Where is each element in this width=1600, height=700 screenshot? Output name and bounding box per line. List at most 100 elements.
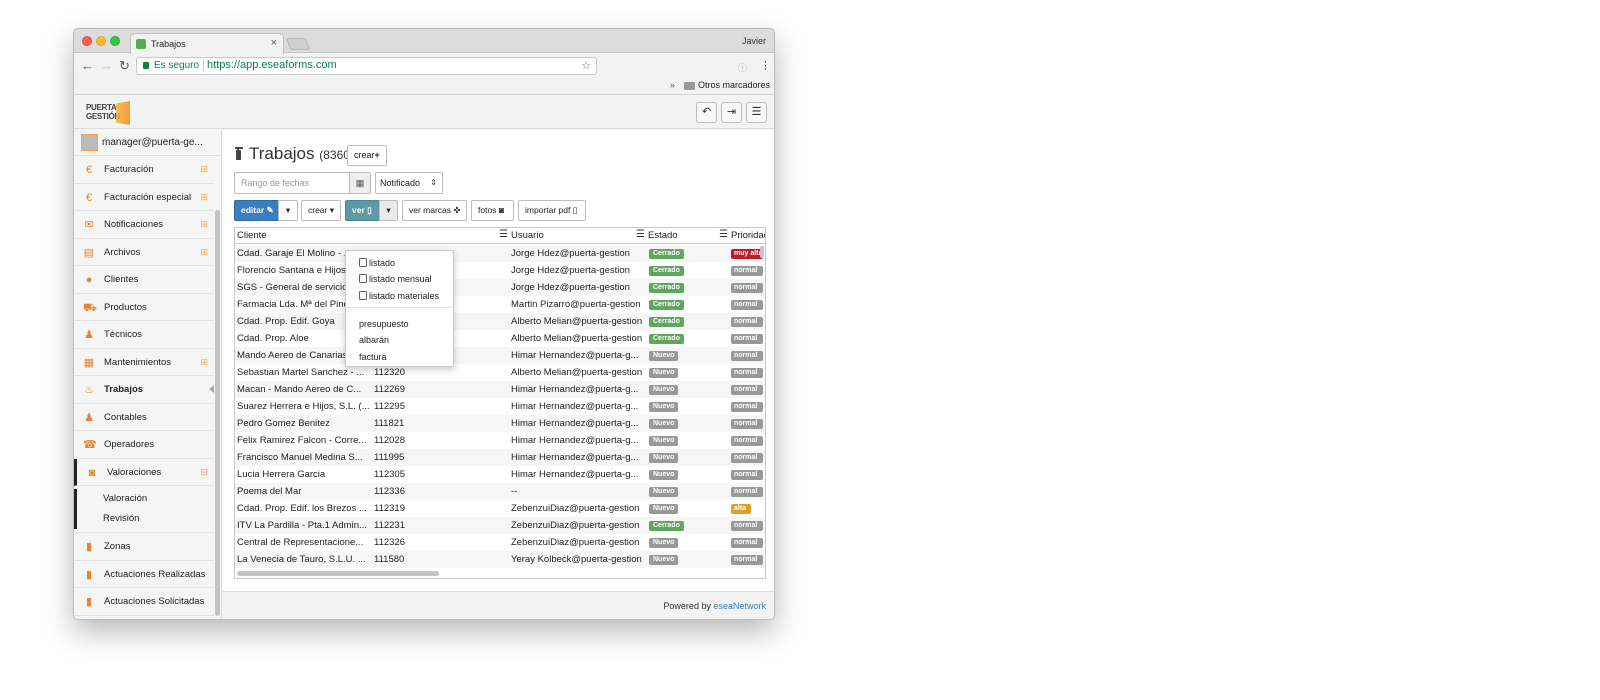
fotos-button[interactable]: fotos ◙ xyxy=(471,200,514,221)
table-row[interactable]: SGS - General de servicio... Jorge Hdez@p… xyxy=(235,279,765,296)
dropdown-divider xyxy=(346,307,453,308)
dropdown-item-label: listado materiales xyxy=(369,291,440,301)
ver-marcas-button[interactable]: ver marcas ✜ xyxy=(402,200,467,221)
table-row[interactable]: Felix Ramirez Falcon - Corre... 112028 Him… xyxy=(235,432,765,449)
address-bar[interactable]: Es seguro https://app.eseaforms.com ☆ xyxy=(136,57,597,75)
sidebar-subitem-valoracion[interactable]: Valoración xyxy=(74,489,214,509)
browser-menu-icon[interactable]: ⋮ xyxy=(760,59,771,72)
ver-dropdown-toggle[interactable]: ▾ xyxy=(379,200,398,221)
url-text[interactable]: https://app.eseaforms.com xyxy=(207,59,337,71)
sidebar-item-contables[interactable]: ♟ Contables xyxy=(74,404,214,431)
column-header-usuario[interactable]: Usuario xyxy=(511,230,544,241)
dropdown-item-listado-mensual[interactable]: listado mensual xyxy=(346,271,453,287)
sidebar-item-trabajos[interactable]: ♨ Trabajos xyxy=(74,376,214,404)
table-row[interactable]: Farmacia Lda. Mª del Pino... Martin Pizar… xyxy=(235,296,765,313)
cell-numero: 112231 xyxy=(374,520,405,531)
bookmark-star-icon[interactable]: ☆ xyxy=(581,59,591,72)
profile-name[interactable]: Javier xyxy=(742,36,766,46)
sidebar-item-mantenimientos[interactable]: ▦ Mantenimientos ⊞ xyxy=(74,349,214,376)
sidebar-item-archivos[interactable]: ▤ Archivos ⊞ xyxy=(74,239,214,266)
priority-badge: normal xyxy=(731,283,763,293)
crear-button[interactable]: crear+ xyxy=(347,145,387,166)
table-horizontal-scrollbar[interactable] xyxy=(237,571,439,576)
column-header-prioridad[interactable]: Prioridad xyxy=(731,230,765,241)
dropdown-item-presupuesto[interactable]: presupuesto xyxy=(346,316,453,332)
sidebar-subitem-revision[interactable]: Revisión xyxy=(74,509,214,529)
menu-hamburger-button[interactable]: ☰ xyxy=(746,102,767,123)
table-row[interactable]: Central de Representacione... 112326 Zeben… xyxy=(235,534,765,551)
new-tab-button[interactable] xyxy=(285,38,311,50)
euro-icon: € xyxy=(85,164,93,176)
table-row[interactable]: Lucia Herrera Garcia 112305 Himar Hernande… xyxy=(235,466,765,483)
sidebar-item-facturacion[interactable]: € Facturación ⊞ xyxy=(74,156,214,184)
importar-pdf-button[interactable]: importar pdf ▯ xyxy=(518,200,586,221)
forward-arrow-icon[interactable]: → xyxy=(100,58,113,73)
sidebar-item-valoraciones[interactable]: ◙ Valoraciones ⊟ xyxy=(74,458,214,486)
table-row[interactable]: La Venecia de Tauro, S.L.U. ... 111580 Yer… xyxy=(235,551,765,568)
close-tab-icon[interactable]: × xyxy=(271,37,277,49)
dropdown-item-factura[interactable]: factura xyxy=(346,349,453,365)
calendar-icon[interactable]: ▦ xyxy=(349,172,371,194)
undo-button[interactable]: ↶ xyxy=(696,102,717,123)
bookmarks-folder-label[interactable]: Otros marcadores xyxy=(698,80,770,90)
logout-button[interactable]: ⇥ xyxy=(721,102,742,123)
table-row[interactable]: Cdad. Prop. Edif. Goya Alberto Melian@pue… xyxy=(235,313,765,330)
collapse-icon[interactable]: ⊟ xyxy=(200,467,208,478)
close-window-button[interactable] xyxy=(82,36,92,46)
browser-tab[interactable]: Trabajos × xyxy=(130,33,284,54)
table-row[interactable]: Cdad. Prop. Edif. los Brezos ... 112319 Ze… xyxy=(235,500,765,517)
puerta-gestion-logo[interactable]: PUERTA GESTIÓN xyxy=(86,101,132,125)
sidebar-item-notificaciones[interactable]: ✉ Notificaciones ⊞ xyxy=(74,211,214,239)
table-row[interactable]: Macan - Mando Aereo de C... 112269 Himar H… xyxy=(235,381,765,398)
esea-network-link[interactable]: eseaNetwork xyxy=(713,601,766,611)
column-menu-icon[interactable]: ☰ xyxy=(719,229,728,240)
sidebar-item-zonas[interactable]: ▮ Zonas xyxy=(74,533,214,561)
dropdown-item-listado[interactable]: listado xyxy=(346,255,453,271)
table-row[interactable]: Sebastian Martel Sanchez - ... 112320 Albe… xyxy=(235,364,765,381)
crear-toolbar-button[interactable]: crear ▾ xyxy=(301,200,341,221)
date-range-input[interactable]: Rango de fechas xyxy=(234,172,350,194)
table-row[interactable]: Mando Aereo de Canarias - ...112278Himar… xyxy=(235,347,765,364)
sidebar-item-facturacion-especial[interactable]: € Facturación especial ⊞ xyxy=(74,184,214,211)
expand-icon[interactable]: ⊞ xyxy=(200,357,208,368)
editar-dropdown-toggle[interactable]: ▾ xyxy=(278,200,298,221)
expand-icon[interactable]: ⊞ xyxy=(200,164,208,175)
table-row[interactable]: Cdad. Prop. Aloe Alberto Melian@puerta-ge… xyxy=(235,330,765,347)
sidebar-item-actuaciones-realizadas[interactable]: ▮ Actuaciones Realizadas xyxy=(74,561,214,588)
column-menu-icon[interactable]: ☰ xyxy=(499,229,508,240)
status-badge: Nuevo xyxy=(649,351,679,361)
table-row[interactable]: ITV La Pardilla - Pta.1 Admin... 112231 Ze… xyxy=(235,517,765,534)
minimize-window-button[interactable] xyxy=(96,36,106,46)
ver-button[interactable]: ver ▯ xyxy=(345,200,380,221)
sidebar-scrollbar[interactable] xyxy=(215,210,220,616)
table-row[interactable]: Suarez Herrera e Hijos, S.L. (... 112295 H… xyxy=(235,398,765,415)
sidebar-item-clientes[interactable]: ● Clientes xyxy=(74,266,214,294)
editar-button[interactable]: editar ✎ xyxy=(234,200,279,221)
reload-icon[interactable]: ↻ xyxy=(119,58,130,74)
column-header-estado[interactable]: Estado xyxy=(648,230,678,241)
sidebar-item-actuaciones-solicitadas[interactable]: ▮ Actuaciones Solicitadas xyxy=(74,588,214,616)
estado-select[interactable]: Notificado ⇕ xyxy=(375,172,443,194)
column-menu-icon[interactable]: ☰ xyxy=(636,229,645,240)
table-vertical-scrollbar[interactable] xyxy=(760,246,764,258)
column-header-cliente[interactable]: Cliente xyxy=(237,230,267,241)
dropdown-item-albaran[interactable]: albarán xyxy=(346,332,453,348)
back-arrow-icon[interactable]: ← xyxy=(81,58,94,73)
table-row[interactable]: Francisco Manuel Medina S... 111995 Himar … xyxy=(235,449,765,466)
table-row[interactable]: Pedro Gomez Benitez 111821 Himar Hernandez… xyxy=(235,415,765,432)
sidebar-item-operadores[interactable]: ☎ Operadores xyxy=(74,431,214,459)
cell-usuario: Jorge Hdez@puerta-gestion xyxy=(511,265,630,276)
maximize-window-button[interactable] xyxy=(110,36,120,46)
expand-icon[interactable]: ⊞ xyxy=(200,192,208,203)
sidebar-item-productos[interactable]: ⛟ Productos xyxy=(74,294,214,321)
sidebar-item-tecnicos[interactable]: ♟ Técnicos xyxy=(74,321,214,349)
bookmarks-overflow-icon[interactable]: » xyxy=(670,80,675,90)
sidebar-user[interactable]: manager@puerta-ge... xyxy=(74,130,222,156)
info-icon[interactable]: ⓘ xyxy=(738,61,747,74)
expand-icon[interactable]: ⊞ xyxy=(200,219,208,230)
table-row[interactable]: Cdad. Garaje El Molino - ... Jorge Hdez@p… xyxy=(235,245,765,262)
expand-icon[interactable]: ⊞ xyxy=(200,247,208,258)
table-row[interactable]: Florencio Santana e Hijos... Jorge Hdez@p… xyxy=(235,262,765,279)
table-row[interactable]: Poema del Mar 112336 -- Nuevo normal xyxy=(235,483,765,500)
dropdown-item-listado-materiales[interactable]: listado materiales xyxy=(346,288,453,304)
